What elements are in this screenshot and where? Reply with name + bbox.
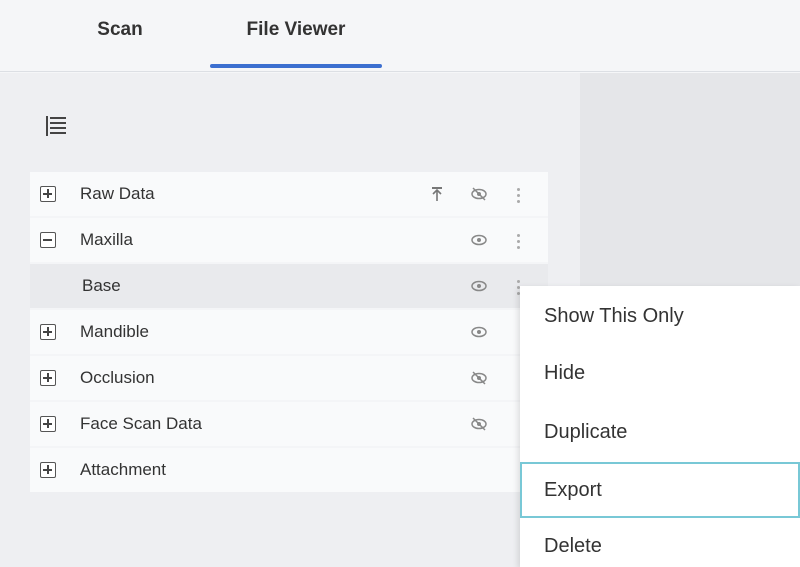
more-options-icon[interactable] [516, 186, 522, 204]
menu-item-hide[interactable]: Hide [520, 345, 800, 401]
tree-row-label: Base [82, 276, 121, 295]
menu-item-duplicate[interactable]: Duplicate [520, 404, 800, 460]
menu-item-show-this-only[interactable]: Show This Only [520, 288, 800, 344]
collapse-icon[interactable] [40, 232, 56, 248]
eye-icon[interactable] [470, 278, 488, 294]
eye-hidden-icon[interactable] [470, 186, 488, 202]
eye-hidden-icon[interactable] [470, 370, 488, 386]
eye-icon[interactable] [470, 324, 488, 340]
expand-icon[interactable] [40, 324, 56, 340]
file-tree: Raw Data Maxilla Base Mandible Occlusion… [30, 172, 548, 492]
expand-icon[interactable] [40, 416, 56, 432]
tree-row-mandible[interactable]: Mandible [30, 310, 548, 354]
tree-row-label: Attachment [80, 460, 166, 479]
tree-row-maxilla[interactable]: Maxilla [30, 218, 548, 262]
tree-row-raw-data[interactable]: Raw Data [30, 172, 548, 216]
tree-view-icon[interactable] [44, 114, 68, 138]
tree-row-occlusion[interactable]: Occlusion [30, 356, 548, 400]
tree-row-label: Face Scan Data [80, 414, 202, 433]
tree-row-label: Maxilla [80, 230, 133, 249]
menu-item-delete[interactable]: Delete [520, 518, 800, 567]
eye-hidden-icon[interactable] [470, 416, 488, 432]
expand-icon[interactable] [40, 462, 56, 478]
menu-item-export[interactable]: Export [520, 462, 800, 518]
tab-file-viewer[interactable]: File Viewer [210, 0, 382, 72]
eye-icon[interactable] [470, 232, 488, 248]
more-options-icon[interactable] [516, 232, 522, 250]
tree-row-base[interactable]: Base [30, 264, 548, 308]
tab-scan[interactable]: Scan [70, 0, 170, 72]
tab-bar: Scan File Viewer [0, 0, 800, 72]
active-tab-indicator [210, 64, 382, 68]
tree-row-label: Mandible [80, 322, 149, 341]
tree-row-label: Raw Data [80, 184, 155, 203]
pin-icon[interactable] [430, 186, 444, 202]
expand-icon[interactable] [40, 370, 56, 386]
tree-row-attachment[interactable]: Attachment [30, 448, 548, 492]
tree-row-face-scan-data[interactable]: Face Scan Data [30, 402, 548, 446]
tree-row-label: Occlusion [80, 368, 155, 387]
expand-icon[interactable] [40, 186, 56, 202]
context-menu: Show This Only Hide Duplicate Export Del… [520, 286, 800, 567]
